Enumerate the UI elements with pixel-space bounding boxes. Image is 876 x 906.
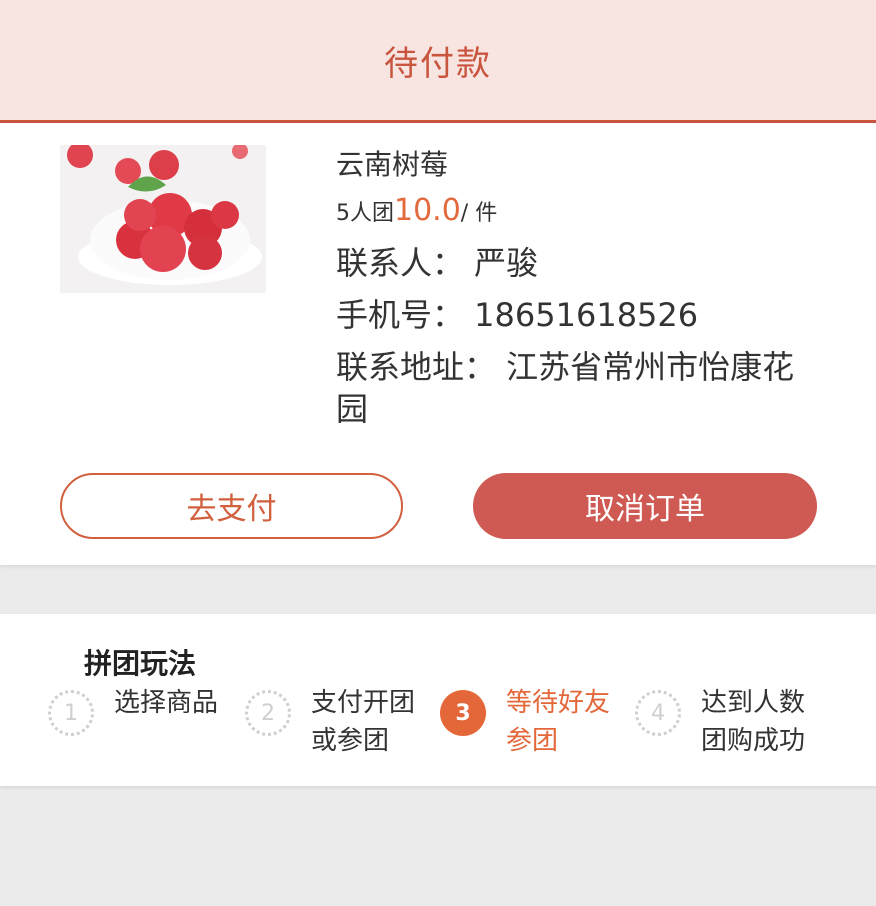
step-4: 4 达到人数 团购成功 (635, 684, 805, 760)
rules-title: 拼团玩法 (84, 647, 197, 680)
price-value: 10.0 (394, 193, 461, 228)
step-1-line1: 选择商品 (114, 688, 219, 718)
price-line: 5人团10.0/ 件 (336, 193, 796, 232)
step-3-line2: 参团 (506, 726, 559, 756)
order-card: 云南树莓 5人团10.0/ 件 联系人： 严骏 手机号： 18651618526… (0, 123, 876, 565)
step-2-line1: 支付开团 (311, 688, 416, 718)
contact-name: 联系人： 严骏 (336, 244, 539, 282)
product-name: 云南树莓 (336, 148, 449, 181)
step-3: 3 等待好友 参团 (440, 684, 610, 760)
step-3-number: 3 (440, 690, 486, 736)
step-2-line2: 或参团 (311, 726, 390, 756)
raspberry-photo (60, 145, 266, 293)
contact-address: 联系地址： 江苏省常州市怡康花园 (336, 348, 795, 428)
pay-button[interactable]: 去支付 (60, 473, 403, 539)
cancel-order-button[interactable]: 取消订单 (473, 473, 817, 539)
step-2: 2 支付开团 或参团 (245, 684, 415, 760)
order-info: 云南树莓 5人团10.0/ 件 联系人： 严骏 手机号： 18651618526… (336, 147, 796, 430)
page-header: 待付款 (0, 0, 876, 123)
group-size: 5人团 (336, 201, 394, 226)
cancel-button-label: 取消订单 (585, 492, 705, 527)
step-4-number: 4 (635, 690, 681, 736)
product-image (60, 145, 266, 293)
phone-number: 手机号： 18651618526 (336, 296, 699, 334)
step-4-line2: 团购成功 (701, 726, 806, 756)
page-title: 待付款 (384, 43, 492, 84)
step-2-number: 2 (245, 690, 291, 736)
step-1: 1 选择商品 (48, 684, 218, 736)
price-unit: / 件 (460, 201, 498, 226)
pay-button-label: 去支付 (186, 492, 277, 527)
step-3-line1: 等待好友 (506, 688, 611, 718)
step-4-line1: 达到人数 (701, 688, 806, 718)
step-1-number: 1 (48, 690, 94, 736)
group-buy-rules: 拼团玩法 1 选择商品 2 支付开团 或参团 3 等待好友 参团 4 达到人数 … (0, 614, 876, 786)
